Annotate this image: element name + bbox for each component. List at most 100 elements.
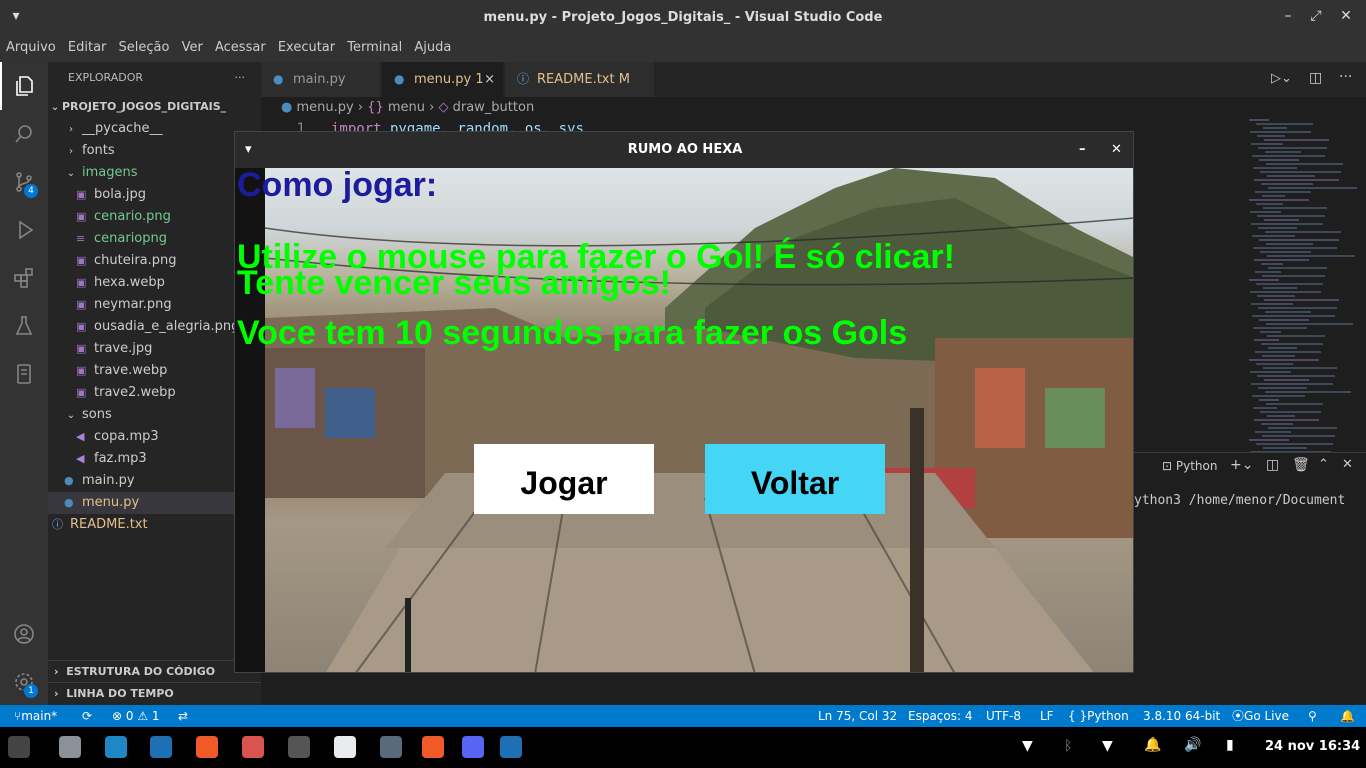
clock[interactable]: 24 nov 16:34: [1265, 739, 1360, 754]
tree-item[interactable]: ▣ ousadia_e_alegria.png: [48, 316, 261, 338]
minimap[interactable]: [1244, 119, 1357, 489]
extensions-activity[interactable]: [0, 254, 48, 302]
remote-activity[interactable]: [0, 350, 48, 398]
more-actions-icon[interactable]: ···: [235, 62, 246, 94]
game-menu-icon[interactable]: ▾: [245, 132, 252, 168]
tree-item[interactable]: › __pycache__: [48, 118, 261, 140]
close-panel-icon[interactable]: ✕: [1342, 457, 1353, 472]
tree-item[interactable]: ● main.py: [48, 470, 261, 492]
testing-activity[interactable]: [0, 302, 48, 350]
breadcrumb-method[interactable]: draw_button: [453, 100, 535, 115]
files-app-icon[interactable]: [59, 736, 81, 758]
sync-icon[interactable]: ⟳: [82, 705, 92, 727]
volume-icon[interactable]: 🔊: [1184, 737, 1201, 753]
feedback-icon[interactable]: ⚲: [1308, 705, 1317, 727]
search-activity[interactable]: [0, 110, 48, 158]
menu-editar[interactable]: Editar: [68, 36, 107, 60]
remote-icon[interactable]: ⇄: [178, 705, 188, 727]
battery-icon[interactable]: ▮: [1226, 737, 1234, 753]
accounts-activity[interactable]: [0, 610, 48, 658]
tree-item[interactable]: ▣ hexa.webp: [48, 272, 261, 294]
split-terminal-icon[interactable]: ◫: [1266, 457, 1279, 473]
close-icon[interactable]: ✕: [1336, 8, 1356, 28]
project-root[interactable]: ⌄ PROJETO_JOGOS_DIGITAIS_: [48, 96, 261, 118]
vscode-app-icon[interactable]: [150, 736, 172, 758]
tree-item[interactable]: ⓘ README.txt: [48, 514, 261, 536]
bluetooth-icon[interactable]: ᛒ: [1064, 738, 1072, 754]
run-file-icon[interactable]: ▷⌄: [1271, 71, 1292, 86]
notification-bell-icon[interactable]: 🔔: [1144, 737, 1161, 753]
store-app-icon[interactable]: [105, 736, 127, 758]
encoding-status[interactable]: UTF-8: [986, 705, 1021, 727]
menu-acessar[interactable]: Acessar: [215, 36, 266, 60]
tree-item[interactable]: › fonts: [48, 140, 261, 162]
tree-item[interactable]: ▣ bola.jpg: [48, 184, 261, 206]
tree-item[interactable]: ▣ trave.webp: [48, 360, 261, 382]
breadcrumb-file[interactable]: menu.py: [296, 100, 353, 115]
scm-activity[interactable]: 4: [0, 158, 48, 206]
brave-window-icon[interactable]: [422, 736, 444, 758]
maximize-icon[interactable]: ⤢: [1306, 8, 1326, 28]
breadcrumb-symbol[interactable]: menu: [388, 100, 425, 115]
outline-section[interactable]: › ESTRUTURA DO CÓDIGO: [48, 660, 261, 682]
tree-item[interactable]: ▣ trave.jpg: [48, 338, 261, 360]
manage-activity[interactable]: 1: [0, 658, 48, 706]
menu-arquivo[interactable]: Arquivo: [6, 36, 56, 60]
timeline-section[interactable]: › LINHA DO TEMPO: [48, 682, 261, 704]
settings-app-icon[interactable]: [380, 736, 402, 758]
tree-item[interactable]: ● menu.py: [48, 492, 261, 514]
wifi-icon[interactable]: ▼: [1022, 738, 1033, 754]
editor-more-icon[interactable]: ···: [1339, 69, 1352, 85]
tree-item[interactable]: ≡ cenariopng: [48, 228, 261, 250]
method-icon: ◇: [438, 100, 449, 115]
interpreter-status[interactable]: 3.8.10 64-bit: [1143, 705, 1220, 727]
document-viewer-icon[interactable]: [242, 736, 264, 758]
game-minimize-icon[interactable]: –: [1079, 132, 1086, 168]
menu-ver[interactable]: Ver: [182, 36, 203, 60]
branch-status[interactable]: ⑂ main*: [14, 705, 57, 727]
go-live-button[interactable]: ⦿ Go Live: [1232, 705, 1289, 727]
network-icon[interactable]: ▼: [1102, 738, 1113, 754]
menu-ajuda[interactable]: Ajuda: [414, 36, 451, 60]
minimize-icon[interactable]: –: [1278, 8, 1298, 28]
tab-menu-py[interactable]: ● menu.py 1 ×: [382, 62, 504, 97]
tree-item[interactable]: ⌄ imagens: [48, 162, 261, 184]
game-close-icon[interactable]: ✕: [1111, 132, 1122, 168]
debug-activity[interactable]: [0, 206, 48, 254]
new-terminal-icon[interactable]: +⌄: [1230, 457, 1253, 473]
tree-item[interactable]: ▣ trave2.webp: [48, 382, 261, 404]
tree-item[interactable]: ▣ neymar.png: [48, 294, 261, 316]
menu-selecao[interactable]: Seleção: [119, 36, 170, 60]
terminal-app-icon[interactable]: [288, 736, 310, 758]
trash-icon[interactable]: 🗑: [1292, 457, 1310, 473]
explorer-activity[interactable]: [0, 62, 48, 110]
language-status[interactable]: { } Python: [1068, 705, 1129, 727]
notifications-icon[interactable]: 🔔: [1340, 705, 1355, 727]
vscode-window-icon[interactable]: [500, 736, 522, 758]
tree-item[interactable]: ◀ faz.mp3: [48, 448, 261, 470]
tab-readme[interactable]: ⓘ README.txt M: [505, 62, 655, 97]
zorin-menu-icon[interactable]: [8, 736, 30, 758]
brave-app-icon[interactable]: [196, 736, 218, 758]
menu-terminal[interactable]: Terminal: [347, 36, 402, 60]
minimap-line: [1254, 339, 1279, 341]
cursor-position[interactable]: Ln 75, Col 32: [818, 705, 897, 727]
close-tab-icon[interactable]: ×: [484, 62, 495, 97]
tree-item[interactable]: ▣ chuteira.png: [48, 250, 261, 272]
maximize-panel-icon[interactable]: ⌃: [1318, 457, 1329, 472]
tree-item[interactable]: ▣ cenario.png: [48, 206, 261, 228]
play-button[interactable]: Jogar: [474, 444, 654, 514]
tab-main-py[interactable]: ● main.py: [261, 62, 381, 97]
window-title: menu.py - Projeto_Jogos_Digitais_ - Visu…: [483, 10, 883, 25]
indentation-status[interactable]: Espaços: 4: [908, 705, 973, 727]
problems-status[interactable]: ⊗ 0 ⚠ 1: [112, 705, 160, 727]
tree-item[interactable]: ⌄ sons: [48, 404, 261, 426]
terminal-selector[interactable]: ⊡ Python: [1162, 459, 1218, 473]
tree-item[interactable]: ◀ copa.mp3: [48, 426, 261, 448]
text-editor-icon[interactable]: [334, 736, 356, 758]
menu-executar[interactable]: Executar: [278, 36, 335, 60]
discord-app-icon[interactable]: [462, 736, 484, 758]
eol-status[interactable]: LF: [1040, 705, 1054, 727]
split-editor-icon[interactable]: ◫: [1309, 70, 1322, 86]
back-button[interactable]: Voltar: [705, 444, 885, 514]
